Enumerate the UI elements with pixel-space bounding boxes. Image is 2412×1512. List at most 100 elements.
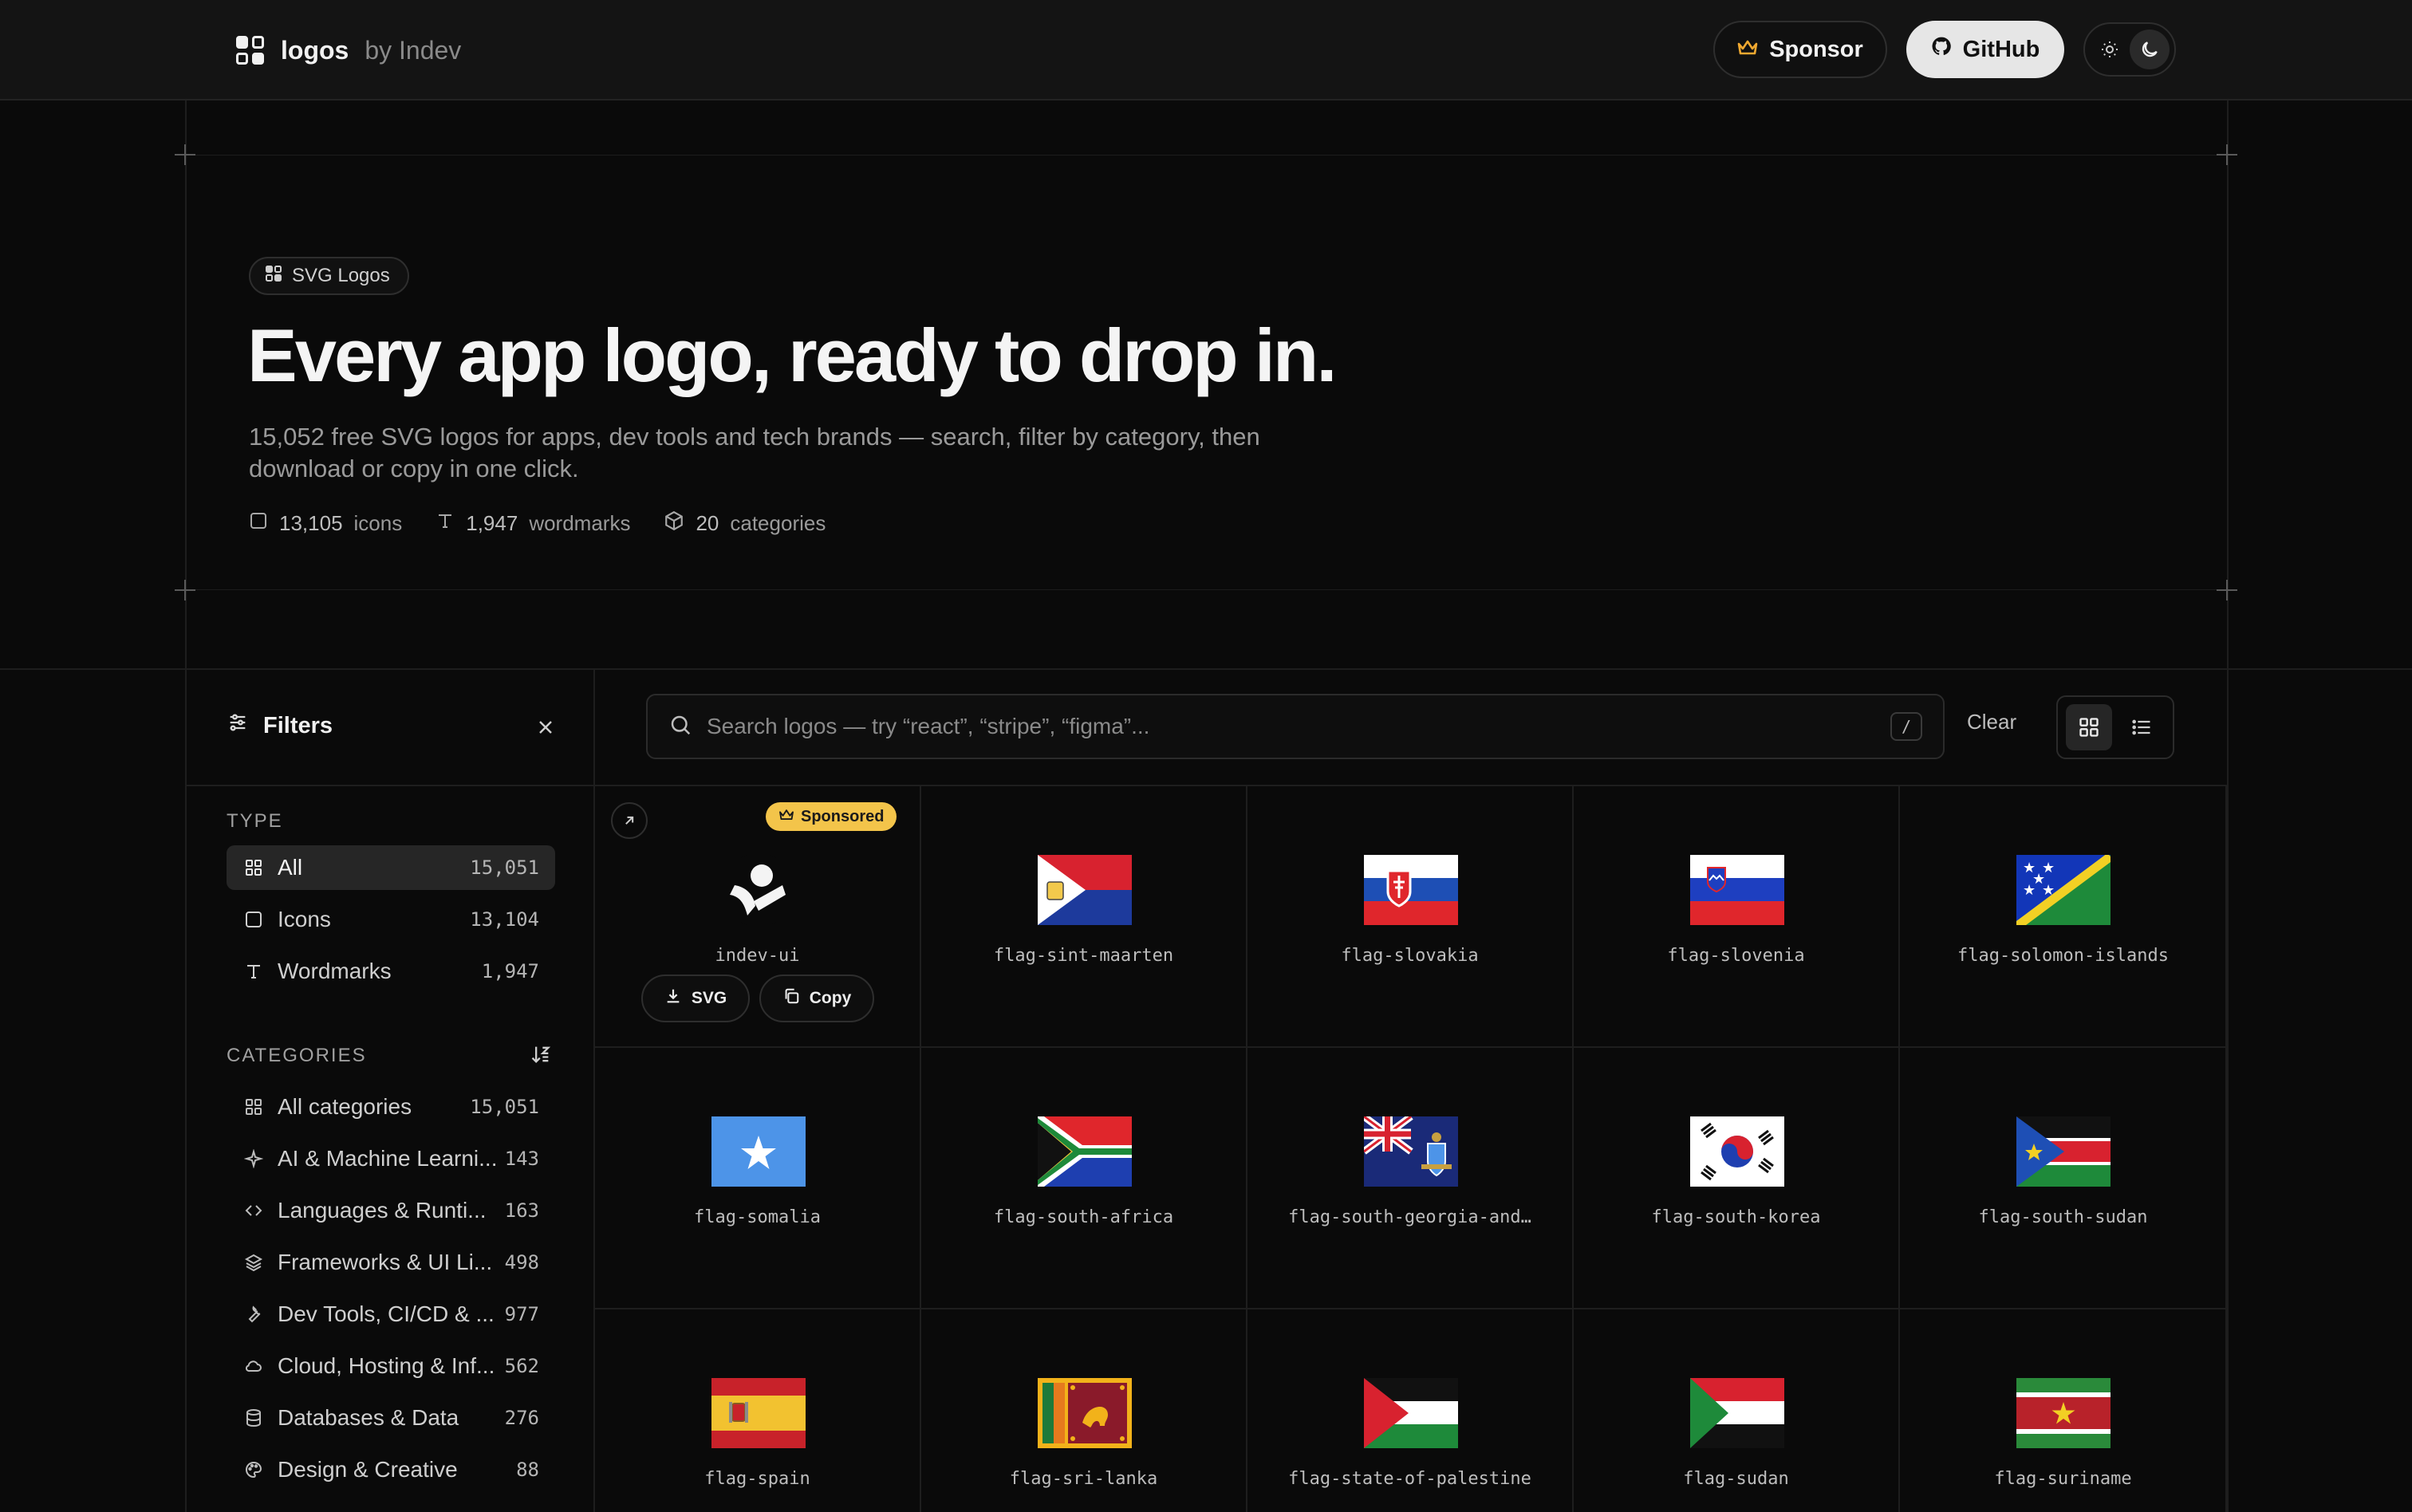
brand[interactable]: logos by Indev — [236, 32, 461, 69]
type-filter-label: Wordmarks — [278, 959, 392, 983]
type-filter-label: All — [278, 855, 303, 880]
logo-card[interactable]: flag-state-of-palestine — [1247, 1309, 1574, 1512]
moon-icon[interactable] — [2130, 30, 2170, 69]
category-databases[interactable]: Databases & Data 276 — [227, 1396, 555, 1440]
search-shortcut-key: / — [1890, 712, 1922, 741]
category-label: Cloud, Hosting & Inf... — [278, 1353, 495, 1378]
sponsor-label: Sponsor — [1769, 36, 1863, 62]
stat-value: 1,947 — [466, 511, 518, 535]
flag-somalia-icon — [711, 1116, 806, 1187]
theme-toggle[interactable] — [2083, 22, 2176, 77]
github-icon — [1931, 36, 1952, 63]
logo-card[interactable]: flag-south-sudan — [1900, 1048, 2226, 1309]
brand-by-label: by Indev — [365, 35, 462, 65]
logo-grid-icon — [265, 265, 282, 288]
logo-card[interactable]: flag-south-korea — [1574, 1048, 1900, 1309]
type-filter-all[interactable]: All 15,051 — [227, 845, 555, 890]
indev-ui-logo — [711, 853, 806, 927]
category-languages[interactable]: Languages & Runti... 163 — [227, 1188, 555, 1233]
category-ai[interactable]: AI & Machine Learni... 143 — [227, 1136, 555, 1181]
search-input[interactable]: Search logos — try “react”, “stripe”, “f… — [707, 714, 1890, 739]
flag-spain-icon — [711, 1378, 806, 1448]
category-frameworks[interactable]: Frameworks & UI Li... 498 — [227, 1240, 555, 1285]
wrench-icon — [242, 1303, 265, 1325]
logo-grid: Sponsored indev-ui SVG Copy flag-sint-ma… — [595, 785, 2227, 1512]
logo-card[interactable]: flag-spain — [595, 1309, 921, 1512]
logo-card[interactable]: flag-south-africa — [921, 1048, 1247, 1309]
logo-card[interactable]: flag-slovenia — [1574, 786, 1900, 1048]
logo-card[interactable]: flag-sri-lanka — [921, 1309, 1247, 1512]
guide-line-right — [2227, 100, 2229, 1512]
logo-card[interactable]: flag-sudan — [1574, 1309, 1900, 1512]
logo-name: flag-state-of-palestine — [1288, 1469, 1531, 1489]
clear-button[interactable]: Clear — [1967, 710, 2016, 734]
logo-card[interactable]: flag-somalia — [595, 1048, 921, 1309]
flag-suriname-icon — [2016, 1378, 2110, 1448]
view-toggle[interactable] — [2056, 695, 2174, 759]
filters-header: Filters — [187, 670, 595, 786]
flag-slovakia-icon — [1364, 855, 1458, 925]
logo-card[interactable]: ★ ★ ★ ★ ★ flag-solomon-islands — [1900, 786, 2226, 1048]
crosshair-mark — [2217, 144, 2237, 165]
type-filter-icons[interactable]: Icons 13,104 — [227, 897, 555, 942]
code-icon — [242, 1199, 265, 1222]
category-label: Languages & Runti... — [278, 1198, 487, 1223]
flag-south-korea-icon — [1690, 1116, 1784, 1187]
sun-icon[interactable] — [2090, 30, 2130, 69]
github-button[interactable]: GitHub — [1906, 21, 2064, 78]
stat-label: categories — [730, 511, 826, 535]
download-svg-button[interactable]: SVG — [641, 975, 750, 1022]
external-link-icon[interactable] — [611, 802, 648, 839]
logo-name: flag-sint-maarten — [993, 946, 1174, 966]
logo-card[interactable]: flag-suriname — [1900, 1309, 2226, 1512]
logo-card[interactable]: flag-south-georgia-and… — [1247, 1048, 1574, 1309]
sort-icon[interactable] — [525, 1038, 557, 1070]
categories-group-label: CATEGORIES — [227, 1045, 367, 1066]
flag-sudan-icon — [1690, 1378, 1784, 1448]
category-cloud[interactable]: Cloud, Hosting & Inf... 562 — [227, 1344, 555, 1388]
svg-button-label: SVG — [691, 989, 727, 1007]
logo-name: flag-sri-lanka — [1009, 1469, 1158, 1489]
search-icon — [668, 713, 692, 741]
flag-solomon-islands-icon: ★ ★ ★ ★ ★ — [2016, 855, 2110, 925]
hero-subtitle: 15,052 free SVG logos for apps, dev tool… — [249, 423, 1260, 482]
sponsor-button[interactable]: Sponsor — [1713, 21, 1887, 78]
close-icon[interactable] — [531, 713, 560, 742]
category-label: Dev Tools, CI/CD & ... — [278, 1301, 495, 1326]
copy-button[interactable]: Copy — [759, 975, 874, 1022]
box-icon — [664, 510, 684, 537]
top-nav: logos by Indev Sponsor GitHub — [0, 0, 2412, 100]
grid-view-icon[interactable] — [2066, 704, 2112, 750]
category-all[interactable]: All categories 15,051 — [227, 1085, 555, 1129]
filters-label: Filters — [263, 712, 333, 738]
logo-card[interactable]: flag-sint-maarten — [921, 786, 1247, 1048]
crown-icon — [778, 808, 794, 826]
category-devtools[interactable]: Dev Tools, CI/CD & ... 977 — [227, 1292, 555, 1337]
logo-card-indev-ui[interactable]: Sponsored indev-ui SVG Copy — [595, 786, 921, 1048]
flag-palestine-icon — [1364, 1378, 1458, 1448]
type-filter-wordmarks[interactable]: Wordmarks 1,947 — [227, 949, 555, 994]
flag-sint-maarten-icon — [1038, 855, 1132, 925]
flag-slovenia-icon — [1690, 855, 1784, 925]
database-icon — [242, 1407, 265, 1429]
stat-value: 13,105 — [279, 511, 343, 535]
search-bar[interactable]: Search logos — try “react”, “stripe”, “f… — [646, 694, 1945, 759]
type-filter-count: 1,947 — [481, 960, 539, 982]
logo-name: indev-ui — [715, 946, 800, 966]
hero-title: Every app logo, ready to drop in. — [247, 313, 1337, 397]
logo-name: flag-spain — [704, 1469, 810, 1489]
copy-icon — [782, 987, 800, 1010]
type-filter-count: 15,051 — [470, 856, 539, 879]
cloud-icon — [242, 1355, 265, 1377]
logo-name: flag-south-sudan — [1978, 1207, 2148, 1227]
category-label: AI & Machine Learni... — [278, 1146, 498, 1171]
logo-name: flag-slovenia — [1667, 946, 1805, 966]
category-design[interactable]: Design & Creative 88 — [227, 1447, 555, 1492]
crosshair-mark — [2217, 580, 2237, 600]
list-view-icon[interactable] — [2118, 704, 2165, 750]
svg-logos-badge: SVG Logos — [249, 257, 409, 295]
type-filter-count: 13,104 — [470, 908, 539, 931]
square-icon — [249, 511, 268, 536]
logo-card[interactable]: flag-slovakia — [1247, 786, 1574, 1048]
svg-text:★: ★ — [2023, 882, 2036, 899]
